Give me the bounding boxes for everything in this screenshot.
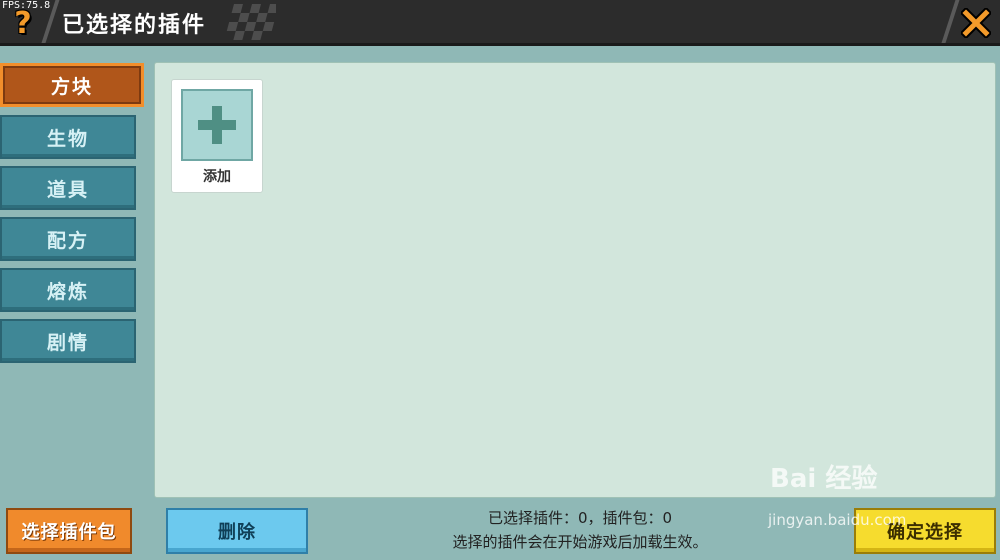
selection-hint-text: 选择的插件会在开始游戏后加载生效。	[452, 533, 708, 551]
select-plugin-pack-button[interactable]: 选择插件包	[6, 508, 132, 554]
page-title: 已选择的插件	[62, 13, 207, 38]
sidebar-item-blocks[interactable]: 方块	[0, 63, 144, 107]
sidebar-item-label: 剧情	[46, 331, 89, 354]
fps-counter: FPS:75.8	[2, 0, 51, 11]
sidebar-item-label: 生物	[46, 127, 89, 150]
baidu-watermark-url: jingyan.baidu.com	[768, 511, 907, 529]
checker-decoration	[226, 4, 276, 40]
baidu-watermark: Bai 经验	[770, 464, 878, 494]
sidebar-item-label: 道具	[46, 178, 89, 201]
plus-icon	[198, 106, 236, 144]
sidebar-item-label: 熔炼	[46, 280, 89, 303]
close-button[interactable]	[952, 0, 1000, 46]
selection-status: 已选择插件：0，插件包：0 选择的插件会在开始游戏后加载生效。	[320, 506, 840, 554]
sidebar-item-smelting[interactable]: 熔炼	[0, 268, 136, 312]
close-icon	[961, 8, 991, 38]
sidebar-item-creatures[interactable]: 生物	[0, 115, 136, 159]
add-plugin-label: 添加	[203, 169, 231, 185]
add-plugin-box[interactable]	[181, 89, 253, 161]
sidebar-item-story[interactable]: 剧情	[0, 319, 136, 363]
sidebar-item-items[interactable]: 道具	[0, 166, 136, 210]
add-plugin-card[interactable]: 添加	[171, 79, 263, 193]
sidebar-item-label: 方块	[50, 75, 93, 98]
plugin-list-panel: 添加	[154, 62, 996, 498]
delete-button[interactable]: 删除	[166, 508, 308, 554]
sidebar-item-recipes[interactable]: 配方	[0, 217, 136, 261]
selection-count-text: 已选择插件：0，插件包：0	[487, 509, 673, 527]
title-bar: ? 已选择的插件 FPS:75.8	[0, 0, 1000, 46]
sidebar-item-label: 配方	[46, 229, 89, 252]
